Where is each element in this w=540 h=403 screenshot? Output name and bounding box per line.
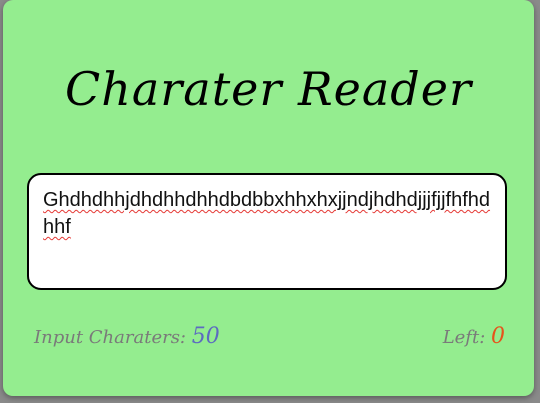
characters-left-counter: Left: 0 (443, 324, 505, 349)
input-characters-count: 50 (191, 324, 220, 349)
characters-left-count: 0 (491, 324, 505, 349)
text-input-value[interactable]: Ghdhdhhjdhdhhdhhdbdbbxhhxhxjjndjhdhdjjjf… (43, 187, 491, 241)
app-title: Charater Reader (65, 62, 472, 116)
text-input-area[interactable]: Ghdhdhhjdhdhhdhhdbdbbxhhxhxjjndjhdhdjjjf… (27, 173, 507, 290)
input-characters-counter: Input Charaters: 50 (34, 324, 220, 349)
input-characters-label: Input Charaters: (34, 327, 186, 348)
characters-left-label: Left: (442, 327, 486, 348)
character-reader-card: Charater Reader Ghdhdhhjdhdhhdhhdbdbbxhh… (3, 0, 534, 396)
